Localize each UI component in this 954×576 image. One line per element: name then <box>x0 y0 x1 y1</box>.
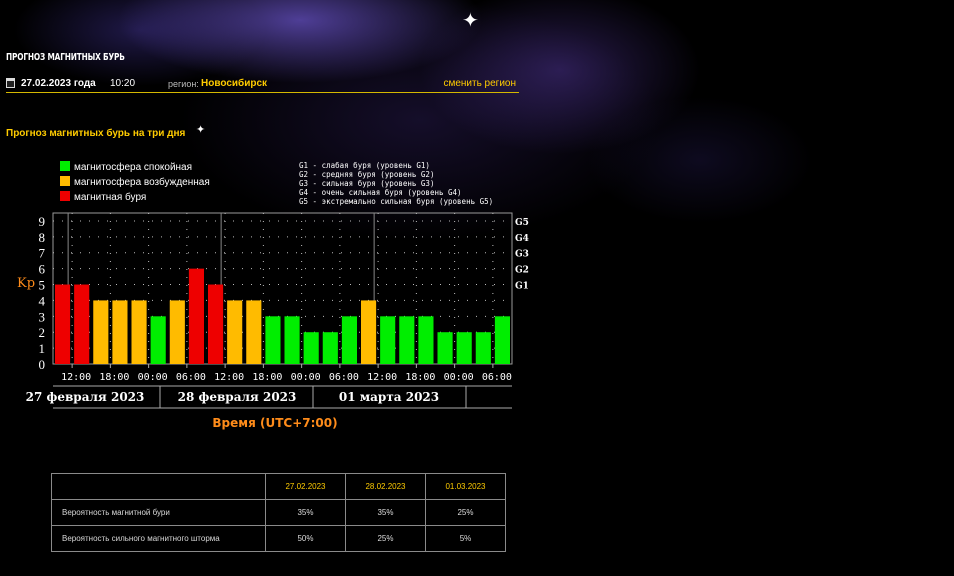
day-label: 28 февраля 2023 <box>178 390 297 404</box>
table-cell: 35% <box>345 499 426 526</box>
x-tick-label: 06:00 <box>329 372 359 383</box>
table-header-row: 27.02.2023 28.02.2023 01.03.2023 <box>51 473 506 500</box>
legend-swatch-storm <box>60 191 70 201</box>
region-name: Новосибирск <box>201 78 268 89</box>
g-scale-line-g3: G3 - сильная буря (уровень G3) <box>299 179 434 188</box>
g-scale-line-g2: G2 - средняя буря (уровень G2) <box>299 170 434 179</box>
legend-label-excited: магнитосфера возбужденная <box>74 176 210 188</box>
kp-bar <box>437 332 453 364</box>
day-label: 01 марта 2023 <box>339 390 439 404</box>
site-title: ПРОГНОЗ МАГНИТНЫХ БУРЬ <box>6 52 125 63</box>
current-date: 27.02.2023 года <box>21 78 96 89</box>
g-tick-label: G4 <box>515 234 529 244</box>
g-tick-label: G1 <box>515 282 529 292</box>
y-tick-label: 9 <box>39 214 46 229</box>
x-tick-label: 12:00 <box>61 372 91 383</box>
x-tick-label: 18:00 <box>99 372 129 383</box>
table-cell: 25% <box>345 525 426 552</box>
kp-bar <box>475 332 491 364</box>
x-tick-label: 06:00 <box>482 372 512 383</box>
g-scale-line-g4: G4 - очень сильная буря (уровень G4) <box>299 188 462 197</box>
y-tick-label: 6 <box>39 262 46 277</box>
kp-bar <box>494 316 510 364</box>
calendar-icon <box>6 78 15 88</box>
g-tick-label: G3 <box>515 250 529 260</box>
table-cell: 35% <box>265 499 346 526</box>
date-region-bar: 27.02.2023 года 10:20 регион: Новосибирс… <box>6 77 519 93</box>
region-label: регион: <box>168 79 199 89</box>
kp-bar <box>208 284 224 364</box>
kp-bar <box>380 316 396 364</box>
g-scale-line-g1: G1 - слабая буря (уровень G1) <box>299 161 430 170</box>
kp-forecast-chart: магнитосфера спокойная магнитосфера возб… <box>17 161 529 430</box>
table-row-label: Вероятность магнитной бури <box>51 499 266 526</box>
y-tick-label: 3 <box>39 309 46 324</box>
y-tick-label: 5 <box>39 278 46 293</box>
table-cell: 50% <box>265 525 346 552</box>
kp-bar <box>93 300 109 364</box>
table-corner-cell <box>51 473 266 500</box>
x-tick-label: 18:00 <box>405 372 435 383</box>
kp-bar <box>456 332 472 364</box>
kp-bar <box>150 316 166 364</box>
kp-bar <box>341 316 357 364</box>
forecast-subtitle: Прогноз магнитных бурь на три дня <box>6 128 186 139</box>
kp-bar <box>303 332 319 364</box>
y-tick-label: 8 <box>39 230 46 245</box>
g-scale-line-g5: G5 - экстремально сильная буря (уровень … <box>299 197 493 206</box>
legend-label-calm: магнитосфера спокойная <box>74 161 192 173</box>
x-tick-label: 18:00 <box>252 372 282 383</box>
table-row-label: Вероятность сильного магнитного шторма <box>51 525 266 552</box>
x-tick-label: 00:00 <box>444 372 474 383</box>
x-tick-label: 12:00 <box>214 372 244 383</box>
x-tick-label: 06:00 <box>176 372 206 383</box>
x-tick-label: 12:00 <box>367 372 397 383</box>
legend-label-storm: магнитная буря <box>74 191 146 203</box>
y-tick-label: 7 <box>39 246 46 261</box>
table-row: Вероятность сильного магнитного шторма 5… <box>51 525 506 552</box>
day-label: 27 февраля 2023 <box>26 390 145 404</box>
table-cell: 25% <box>425 499 506 526</box>
table-date-header: 28.02.2023 <box>345 473 426 500</box>
kp-bar <box>55 284 71 364</box>
probability-table: 27.02.2023 28.02.2023 01.03.2023 Вероятн… <box>51 473 506 552</box>
current-time: 10:20 <box>110 78 136 89</box>
kp-bar <box>399 316 415 364</box>
kp-bar <box>169 300 185 364</box>
g-tick-label: G2 <box>515 266 529 276</box>
kp-bar <box>322 332 338 364</box>
kp-bar <box>418 316 434 364</box>
g-tick-label: G5 <box>515 218 529 228</box>
x-axis-label: Время (UTC+7:00) <box>212 416 337 430</box>
legend-swatch-excited <box>60 176 70 186</box>
table-date-header: 27.02.2023 <box>265 473 346 500</box>
change-region-link[interactable]: сменить регион <box>443 77 516 91</box>
chart-legend: магнитосфера спокойная магнитосфера возб… <box>60 161 493 206</box>
y-tick-label: 2 <box>39 325 46 340</box>
y-tick-label: 0 <box>39 357 46 372</box>
y-tick-label: 4 <box>39 293 46 308</box>
kp-bar <box>74 284 90 364</box>
kp-bar <box>112 300 128 364</box>
x-tick-label: 00:00 <box>291 372 321 383</box>
kp-bar <box>131 300 147 364</box>
table-row: Вероятность магнитной бури 35% 35% 25% <box>51 499 506 526</box>
star-sparkle-icon: ✦ <box>462 8 479 32</box>
legend-swatch-calm <box>60 161 70 171</box>
table-date-header: 01.03.2023 <box>425 473 506 500</box>
kp-bar <box>361 300 377 364</box>
y-axis-label: Kp <box>17 276 35 291</box>
plot-area: 0123456789 G1 G2 G3 G4 G5 12:00 18:00 00:00 06:00… <box>26 212 529 409</box>
x-tick-label: 00:00 <box>138 372 168 383</box>
kp-bar <box>246 300 262 364</box>
kp-bar <box>265 316 281 364</box>
star-sparkle-icon: ✦ <box>196 123 206 136</box>
y-tick-label: 1 <box>39 341 46 356</box>
kp-bar <box>284 316 300 364</box>
kp-bar <box>188 268 204 364</box>
table-cell: 5% <box>425 525 506 552</box>
kp-bar <box>227 300 243 364</box>
